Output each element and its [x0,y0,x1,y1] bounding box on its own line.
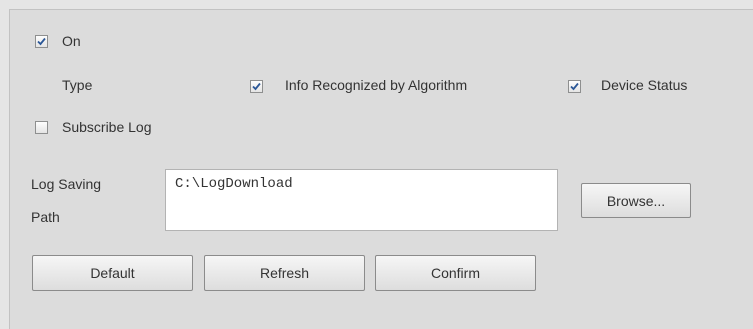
enable-label: On [62,33,81,49]
info-recognized-checkbox[interactable] [250,80,263,93]
info-recognized-label: Info Recognized by Algorithm [285,77,468,93]
device-status-checkbox[interactable] [568,80,581,93]
log-path-input[interactable]: C:\LogDownload [165,169,558,231]
log-saving-path-label-line2: Path [31,209,60,225]
subscribe-log-checkbox[interactable] [35,121,48,134]
enable-checkbox[interactable] [35,35,48,48]
checkmark-icon [570,82,579,91]
subscribe-log-label: Subscribe Log [62,119,152,135]
checkmark-icon [252,82,261,91]
type-label: Type [62,77,93,93]
browse-button[interactable]: Browse... [581,183,691,218]
confirm-button[interactable]: Confirm [375,255,536,291]
default-button[interactable]: Default [32,255,193,291]
log-saving-path-label-line1: Log Saving [31,176,102,192]
checkmark-icon [37,37,46,46]
refresh-button[interactable]: Refresh [204,255,365,291]
device-status-label: Device Status [601,77,688,93]
